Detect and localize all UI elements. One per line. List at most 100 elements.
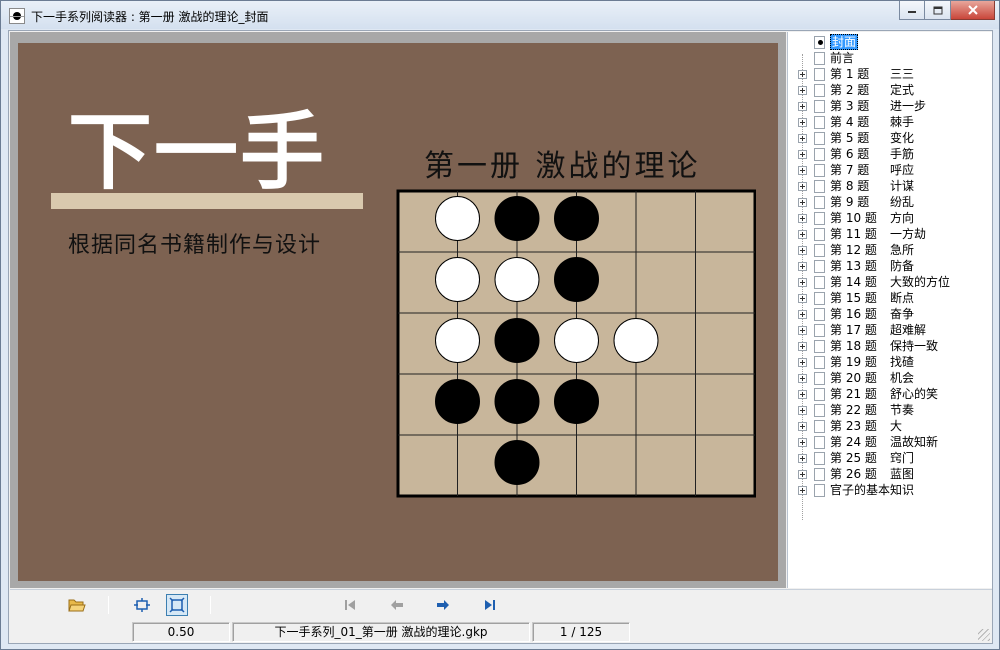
expand-icon[interactable] [798,230,807,239]
tree-item[interactable]: 第 7 题 呼应 [788,162,988,178]
page-icon [814,324,825,337]
tree-item[interactable]: 第 16 题奋争 [788,306,988,322]
expand-icon[interactable] [798,246,807,255]
expand-icon[interactable] [798,358,807,367]
white-stone [613,317,659,363]
cover-title-underline [51,193,363,209]
tree-item[interactable]: 第 10 题方向 [788,210,988,226]
expand-icon[interactable] [798,102,807,111]
expand-icon[interactable] [798,214,807,223]
tree-item[interactable]: 第 19 题找碴 [788,354,988,370]
tree-item-label: 第 7 题 呼应 [830,162,914,178]
page-icon [814,452,825,465]
page-viewer[interactable]: 下一手 根据同名书籍制作与设计 第一册 激战的理论 [10,32,786,588]
tree-item[interactable]: 第 15 题断点 [788,290,988,306]
tree-item[interactable]: 第 4 题 棘手 [788,114,988,130]
expand-icon[interactable] [798,86,807,95]
expand-icon[interactable] [798,486,807,495]
tree-item[interactable]: 第 21 题舒心的笑 [788,386,988,402]
problem-number: 第 10 题 [830,211,877,225]
title-bar[interactable]: 下一手系列阅读器 : 第一册 激战的理论_封面 [1,1,999,29]
next-page-button[interactable] [432,594,454,616]
tree-item[interactable]: 第 12 题急所 [788,242,988,258]
tree-item[interactable]: 第 14 题大致的方位 [788,274,988,290]
expand-icon[interactable] [798,390,807,399]
tree-item[interactable]: 第 20 题机会 [788,370,988,386]
tree-item[interactable]: 第 1 题 三三 [788,66,988,82]
tree-item-label: 第 10 题方向 [830,210,914,226]
expand-icon[interactable] [798,310,807,319]
tree-item-label: 官子的基本知识 [830,483,915,497]
chapter-tree[interactable]: 封面 前言第 1 题 三三第 2 题 定式第 3 题 进一步第 4 题 棘手第 5 题 变化… [787,32,992,588]
expand-icon[interactable] [798,166,807,175]
expand-icon[interactable] [798,422,807,431]
tree-item[interactable]: 第 24 题温故知新 [788,434,988,450]
resize-grip[interactable] [978,629,990,641]
fit-width-button[interactable] [131,594,153,616]
status-page-count: 1 / 125 [532,622,630,642]
last-page-button[interactable] [479,594,501,616]
tree-item[interactable]: 第 17 题超难解 [788,322,988,338]
tree-item[interactable]: 前言 [788,50,988,66]
problem-number: 第 6 题 [830,147,870,161]
page-icon [814,196,825,209]
problem-number: 第 22 题 [830,403,877,417]
prev-page-button[interactable] [386,594,408,616]
tree-item[interactable]: 第 26 题蓝图 [788,466,988,482]
tree-item[interactable]: 第 6 题 手筋 [788,146,988,162]
tree-item[interactable]: 第 2 题 定式 [788,82,988,98]
fit-page-button[interactable] [166,594,188,616]
white-stone [554,317,599,363]
expand-icon[interactable] [798,182,807,191]
expand-icon[interactable] [798,70,807,79]
tree-item-label: 第 25 题窍门 [830,450,914,466]
first-page-button[interactable] [339,594,361,616]
tree-item-label: 第 6 题 手筋 [830,146,914,162]
expand-icon[interactable] [798,470,807,479]
tree-item-label: 第 1 题 三三 [830,66,914,82]
tree-item[interactable]: 第 8 题 计谋 [788,178,988,194]
tree-item[interactable]: 第 3 题 进一步 [788,98,988,114]
page-icon [814,372,825,385]
expand-icon[interactable] [798,438,807,447]
expand-icon[interactable] [798,454,807,463]
tree-item[interactable]: 第 22 题节奏 [788,402,988,418]
tree-item[interactable]: 第 5 题 变化 [788,130,988,146]
problem-number: 第 24 题 [830,435,877,449]
page-icon [814,132,825,145]
tree-item[interactable]: 第 13 题防备 [788,258,988,274]
tree-item[interactable]: 第 18 题保持一致 [788,338,988,354]
expand-icon[interactable] [798,294,807,303]
close-icon [967,5,978,15]
expand-icon[interactable] [798,406,807,415]
expand-icon[interactable] [798,374,807,383]
problem-title: 保持一致 [890,339,939,353]
expand-icon[interactable] [798,262,807,271]
tree-item-label: 第 26 题蓝图 [830,466,914,482]
expand-icon[interactable] [798,342,807,351]
tree-item[interactable]: 第 25 题窍门 [788,450,988,466]
expand-icon[interactable] [798,198,807,207]
black-stone [494,378,540,424]
tree-item[interactable]: 第 11 题一方劫 [788,226,988,242]
app-icon [9,8,25,24]
tree-item[interactable]: 第 9 题 纷乱 [788,194,988,210]
expand-icon[interactable] [798,278,807,287]
page-icon [814,228,825,241]
maximize-icon [933,6,942,14]
expand-icon[interactable] [798,134,807,143]
open-file-button[interactable] [66,594,88,616]
maximize-button[interactable] [925,1,951,20]
tree-item[interactable]: 封面 [788,34,988,50]
page-icon [814,292,825,305]
tree-item[interactable]: 第 23 题大 [788,418,988,434]
problem-title: 节奏 [890,403,915,417]
problem-title: 蓝图 [890,467,915,481]
close-button[interactable] [951,1,995,20]
minimize-button[interactable] [899,1,925,20]
expand-icon[interactable] [798,326,807,335]
problem-number: 第 11 题 [830,227,877,241]
expand-icon[interactable] [798,118,807,127]
expand-icon[interactable] [798,150,807,159]
tree-item[interactable]: 官子的基本知识 [788,482,988,498]
